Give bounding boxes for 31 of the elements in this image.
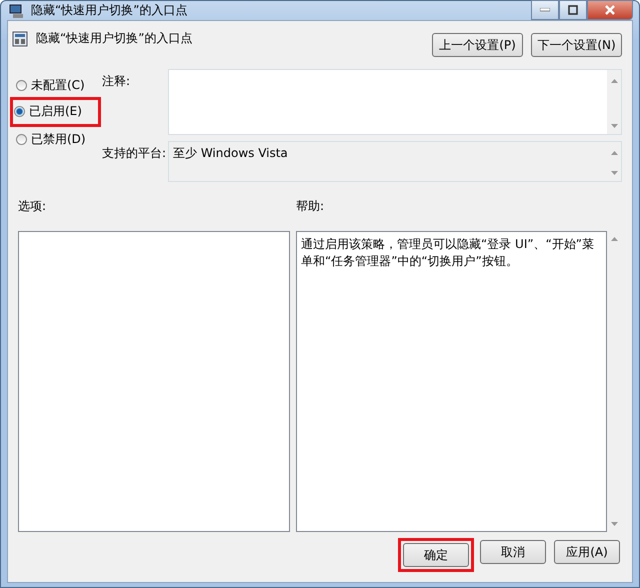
- dialog-button[interactable]: 应用(A): [554, 540, 620, 564]
- platform-value: 至少 Windows Vista: [172, 145, 289, 162]
- dialog-button[interactable]: 取消: [480, 540, 546, 564]
- computer-icon: [9, 2, 25, 18]
- scroll-up-icon: [610, 79, 618, 83]
- close-icon: [604, 5, 616, 15]
- help-text: 通过启用该策略，管理员可以隐藏“登录 UI”、“开始”菜单和“任务管理器”中的“切换用户”按钮。: [296, 231, 607, 532]
- platform-label: 支持的平台:: [102, 145, 168, 162]
- policy-icon: [12, 30, 28, 46]
- options-label: 选项:: [18, 198, 48, 215]
- comment-field[interactable]: [168, 69, 622, 135]
- radio-option[interactable]: 未配置(C): [16, 77, 102, 93]
- scroll-down-icon: [610, 171, 618, 175]
- maximize-button[interactable]: [559, 0, 587, 20]
- radio-option[interactable]: 已禁用(D): [16, 131, 102, 147]
- close-button[interactable]: [587, 0, 633, 20]
- scroll-down-icon: [611, 522, 618, 526]
- scroll-up-icon: [610, 151, 618, 155]
- radio-option[interactable]: 已启用(E): [14, 103, 94, 119]
- policy-title: 隐藏“快速用户切换”的入口点: [36, 30, 192, 47]
- minimize-button[interactable]: [531, 0, 559, 20]
- restore-icon: [568, 5, 578, 15]
- comment-label: 注释:: [102, 73, 132, 90]
- dialog-button[interactable]: 确定: [403, 543, 469, 567]
- scroll-down-icon: [610, 124, 618, 128]
- minimize-icon: [540, 8, 550, 12]
- nav-button[interactable]: 上一个设置(P): [432, 33, 523, 57]
- scroll-up-icon: [611, 237, 618, 241]
- nav-button[interactable]: 下一个设置(N): [531, 33, 622, 57]
- help-label: 帮助:: [296, 198, 324, 215]
- window-title: 隐藏“快速用户切换”的入口点: [31, 2, 188, 19]
